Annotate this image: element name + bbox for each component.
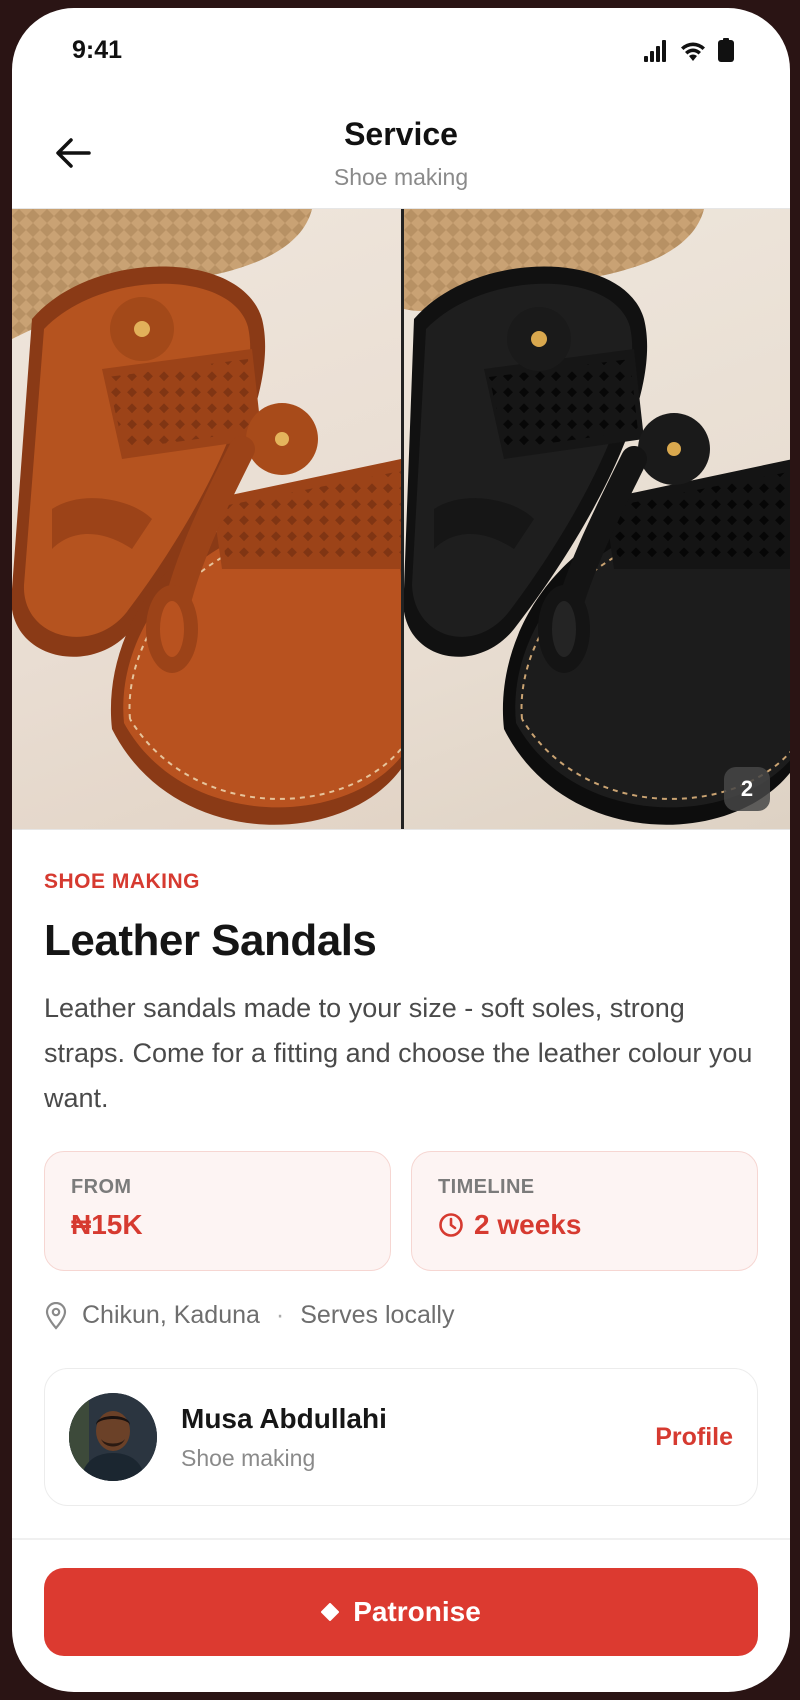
wifi-icon <box>681 42 705 61</box>
page-subtitle: Shoe making <box>333 164 469 190</box>
phone-screen: 9:41 Service Shoe making 2 SHOE MAKING L… <box>12 8 790 1692</box>
timeline-label: TIMELINE <box>438 1176 535 1198</box>
info-cards: FROM ₦15K TIMELINE 2 weeks <box>44 1151 758 1271</box>
artisan-portrait <box>69 1393 157 1481</box>
category-label: SHOE MAKING <box>44 870 201 893</box>
clock-icon <box>439 1213 463 1237</box>
profile-link[interactable]: Profile <box>655 1423 733 1452</box>
service-title: Leather Sandals <box>44 916 377 965</box>
location-place: Chikun, Kaduna <box>82 1301 260 1329</box>
price-value: ₦15K <box>71 1209 143 1240</box>
location-coverage: Serves locally <box>300 1301 455 1329</box>
page-header: Service Shoe making <box>12 98 790 208</box>
patronise-label: Patronise <box>353 1596 481 1627</box>
location-row: Chikun, Kaduna · Serves locally <box>44 1301 758 1330</box>
cellular-signal-icon <box>644 40 666 62</box>
timeline-value: 2 weeks <box>474 1209 582 1240</box>
timeline-value-row: 2 weeks <box>438 1209 731 1241</box>
artisan-role: Shoe making <box>181 1444 316 1471</box>
status-icons <box>644 38 734 62</box>
black-sandals-image <box>404 209 790 825</box>
timeline-card: TIMELINE 2 weeks <box>411 1151 758 1271</box>
image-count-badge: 2 <box>724 767 770 811</box>
bottom-divider <box>12 1538 790 1540</box>
status-bar: 9:41 <box>12 8 790 98</box>
artisan-info: Musa Abdullahi Shoe making <box>181 1403 655 1472</box>
avatar[interactable] <box>69 1393 157 1481</box>
location-pin-icon <box>45 1301 67 1330</box>
gallery-photo-black-sandals[interactable]: 2 <box>401 209 790 829</box>
service-details: SHOE MAKING Leather Sandals Leather sand… <box>44 830 758 1506</box>
artisan-card[interactable]: Musa Abdullahi Shoe making Profile <box>44 1368 758 1506</box>
artisan-name: Musa Abdullahi <box>181 1402 387 1434</box>
service-description: Leather sandals made to your size - soft… <box>44 993 753 1113</box>
price-label: FROM <box>71 1176 132 1198</box>
price-value-row: ₦15K <box>71 1209 364 1241</box>
diamond-icon <box>321 1603 340 1621</box>
photo-gallery[interactable]: 2 <box>12 208 790 830</box>
status-time: 9:41 <box>72 36 123 64</box>
page-title: Service <box>344 116 458 152</box>
location-separator: · <box>275 1301 285 1329</box>
patronise-button[interactable]: Patronise <box>44 1568 758 1656</box>
brown-sandals-image <box>12 209 401 825</box>
battery-icon <box>718 38 734 62</box>
price-card: FROM ₦15K <box>44 1151 391 1271</box>
gallery-photo-brown-sandals[interactable] <box>12 209 401 829</box>
